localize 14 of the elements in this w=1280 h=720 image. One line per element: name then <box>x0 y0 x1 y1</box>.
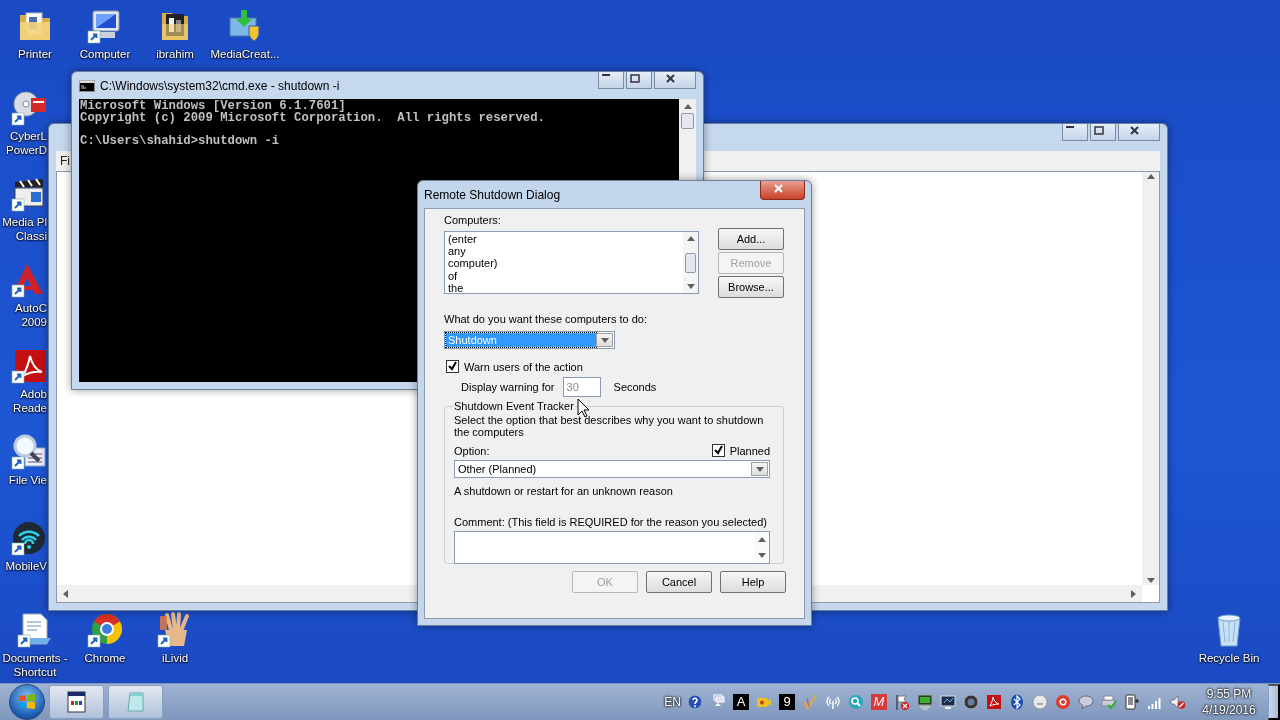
window-title: Remote Shutdown Dialog <box>424 187 561 202</box>
console-line: Copyright (c) 2009 Microsoft Corporation. All rights reserved. <box>80 112 545 124</box>
unit-label: Seconds <box>613 381 657 393</box>
console-line: Microsoft Windows [Version 6.1.7601] <box>80 101 346 113</box>
field-label: Display warning for <box>461 381 555 393</box>
field-label: Computers: <box>444 214 502 226</box>
field-label: Comment: (This field is REQUIRED for the reason you selected) <box>454 516 768 528</box>
group-title: Shutdown Event Tracker <box>453 400 575 412</box>
field-label: Option: <box>454 445 490 457</box>
window-title: C:\Windows\system32\cmd.exe - shutdown -i <box>100 78 340 93</box>
console-line: C:\Users\shahid>shutdown -i <box>80 135 280 147</box>
field-label: What do you want these computers to do: <box>444 313 648 325</box>
description-text: A shutdown or restart for an unknown reason <box>454 485 674 497</box>
description-text: Select the option that best describes why you want to shutdown the computers <box>454 414 765 438</box>
